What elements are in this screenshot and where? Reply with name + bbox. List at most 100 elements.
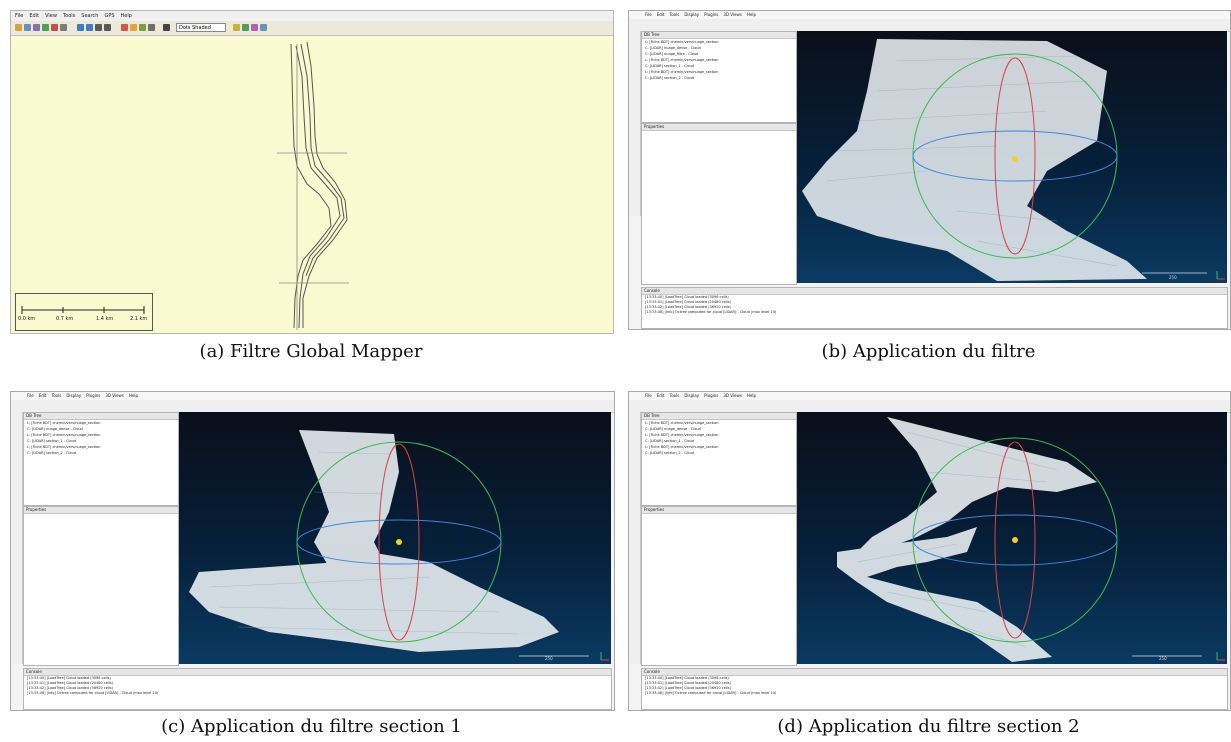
cloudcompare-window-b: File Edit Tools Display Plugins 3D Views… — [628, 10, 1231, 330]
cc-menu-help[interactable]: Help — [747, 11, 756, 19]
profile-icon[interactable] — [139, 24, 146, 31]
print-icon[interactable] — [33, 24, 40, 31]
cc-menu-file[interactable]: File — [645, 392, 652, 400]
cc-menu-edit[interactable]: Edit — [657, 11, 665, 19]
console-b: Console [13:33:40] [LoadTree] Cloud load… — [641, 287, 1228, 329]
db-tree-title-b: DB Tree — [642, 32, 796, 39]
full-view-icon[interactable] — [104, 24, 111, 31]
gm-menu-search[interactable]: Search — [81, 11, 98, 21]
open-icon[interactable] — [15, 24, 22, 31]
point-cloud-c — [189, 430, 609, 661]
caption-c: (c) Application du filtre section 1 — [161, 716, 462, 737]
global-mapper-window: File Edit View Tools Search GPS Help Dot… — [10, 10, 614, 334]
cc-menu-file[interactable]: File — [645, 11, 652, 19]
properties-title-b: Properties — [642, 124, 796, 131]
cc-menu-edit[interactable]: Edit — [657, 392, 665, 400]
scale-bar: 0.0 km 0.7 km 1.4 km 2.1 km — [15, 293, 153, 331]
settings-icon[interactable] — [60, 24, 67, 31]
cc-menubar-d: File Edit Tools Display Plugins 3D Views… — [629, 392, 1230, 400]
console-c: Console [13:33:40] [LoadTree] Cloud load… — [23, 668, 612, 710]
properties-panel-c: Properties — [23, 506, 179, 666]
cc-menubar-c: File Edit Tools Display Plugins 3D Views… — [11, 392, 614, 400]
caption-d: (d) Application du filtre section 2 — [777, 716, 1080, 737]
scale-label-1: 0.7 km — [56, 316, 74, 322]
map-canvas[interactable] — [11, 36, 613, 333]
cc-left-toolbar-c — [11, 412, 23, 664]
properties-panel-d: Properties — [641, 506, 797, 666]
gm-menu-tools[interactable]: Tools — [63, 11, 75, 21]
zoom-out-icon[interactable] — [86, 24, 93, 31]
properties-panel-b: Properties — [641, 123, 797, 285]
shader-combo[interactable]: Dots Shaded — [176, 23, 226, 32]
cc-menu-3dviews[interactable]: 3D Views — [723, 392, 741, 400]
cc-menubar-b: File Edit Tools Display Plugins 3D Views… — [629, 11, 1230, 19]
scale-label-2: 1.4 km — [96, 316, 114, 322]
cc-menu-tools[interactable]: Tools — [51, 392, 61, 400]
cc-menu-tools[interactable]: Tools — [669, 11, 679, 19]
tree-item-b-6[interactable]: C: [LIDAR] section_2 - Cloud — [642, 75, 796, 81]
scale-label-0: 0.0 km — [18, 316, 36, 322]
cc-menu-3dviews[interactable]: 3D Views — [105, 392, 123, 400]
3d-view-b[interactable]: 250 — [797, 31, 1227, 283]
3d-view-icon[interactable] — [242, 24, 249, 31]
view-scale-b: 250 — [1169, 275, 1177, 280]
info-icon[interactable] — [148, 24, 155, 31]
cc-menu-display[interactable]: Display — [66, 392, 81, 400]
export-icon[interactable] — [260, 24, 267, 31]
view-scale-c: 250 — [545, 656, 553, 661]
caption-a: (a) Filtre Global Mapper — [199, 341, 423, 362]
cloudcompare-window-c: File Edit Tools Display Plugins 3D Views… — [10, 391, 615, 711]
zoom-in-icon[interactable] — [77, 24, 84, 31]
cc-menu-plugins[interactable]: Plugins — [704, 392, 718, 400]
db-tree-b: DB Tree L: [Fiche BDT] chemin/vers/nuage… — [641, 31, 797, 123]
console-title-d: Console — [642, 669, 1227, 676]
cc-menu-help[interactable]: Help — [129, 392, 138, 400]
db-tree-title-d: DB Tree — [642, 413, 796, 420]
console-line-d-3: [13:33:48] [Info] Octree computed for cl… — [645, 691, 777, 695]
layer-control-icon[interactable] — [233, 24, 240, 31]
gm-menu-gps[interactable]: GPS — [104, 11, 114, 21]
tree-item-d-5[interactable]: C: [LIDAR] section_2 - Cloud — [642, 450, 796, 456]
cc-menu-plugins[interactable]: Plugins — [86, 392, 100, 400]
db-tree-d: DB Tree L: [Fiche BDT] chemin/vers/nuage… — [641, 412, 797, 506]
point-cloud-b — [802, 39, 1225, 281]
3d-view-d[interactable]: 250 — [797, 412, 1227, 664]
db-tree-title-c: DB Tree — [24, 413, 178, 420]
cc-menu-file[interactable]: File — [27, 392, 34, 400]
cc-menu-help[interactable]: Help — [747, 392, 756, 400]
save-icon[interactable] — [24, 24, 31, 31]
cc-left-toolbar-b — [629, 31, 641, 216]
point-cloud-d — [837, 417, 1225, 662]
cc-menu-3dviews[interactable]: 3D Views — [723, 11, 741, 19]
console-d: Console [13:33:40] [LoadTree] Cloud load… — [641, 668, 1228, 710]
scale-ruler — [21, 306, 145, 314]
cc-menu-display[interactable]: Display — [684, 11, 699, 19]
layer-icon[interactable] — [42, 24, 49, 31]
3d-view-c[interactable]: 250 — [179, 412, 611, 664]
digitizer-icon[interactable] — [121, 24, 128, 31]
cc-menu-tools[interactable]: Tools — [669, 392, 679, 400]
gm-toolbar — [11, 21, 613, 36]
river-outline — [277, 41, 349, 330]
gm-menubar: File Edit View Tools Search GPS Help — [11, 11, 613, 21]
measure-icon[interactable] — [130, 24, 137, 31]
db-tree-c: DB Tree L: [Fiche BDT] chemin/vers/nuage… — [23, 412, 179, 506]
tree-item-c-5[interactable]: C: [LIDAR] section_2 - Cloud — [24, 450, 178, 456]
cc-menu-plugins[interactable]: Plugins — [704, 11, 718, 19]
pan-icon[interactable] — [95, 24, 102, 31]
cc-menu-edit[interactable]: Edit — [39, 392, 47, 400]
overlay-icon[interactable] — [251, 24, 258, 31]
console-title-b: Console — [642, 288, 1227, 295]
console-line-c-3: [13:33:48] [Info] Octree computed for cl… — [27, 691, 159, 695]
console-title-c: Console — [24, 669, 611, 676]
gm-menu-view[interactable]: View — [45, 11, 57, 21]
console-line-b-3: [13:33:48] [Info] Octree computed for cl… — [645, 310, 777, 314]
properties-title-d: Properties — [642, 507, 796, 514]
gm-menu-help[interactable]: Help — [121, 11, 132, 21]
gm-menu-file[interactable]: File — [15, 11, 23, 21]
cc-menu-display[interactable]: Display — [684, 392, 699, 400]
view-scale-d: 250 — [1159, 656, 1167, 661]
shader-icon[interactable] — [163, 24, 170, 31]
gm-menu-edit[interactable]: Edit — [29, 11, 39, 21]
delete-icon[interactable] — [51, 24, 58, 31]
